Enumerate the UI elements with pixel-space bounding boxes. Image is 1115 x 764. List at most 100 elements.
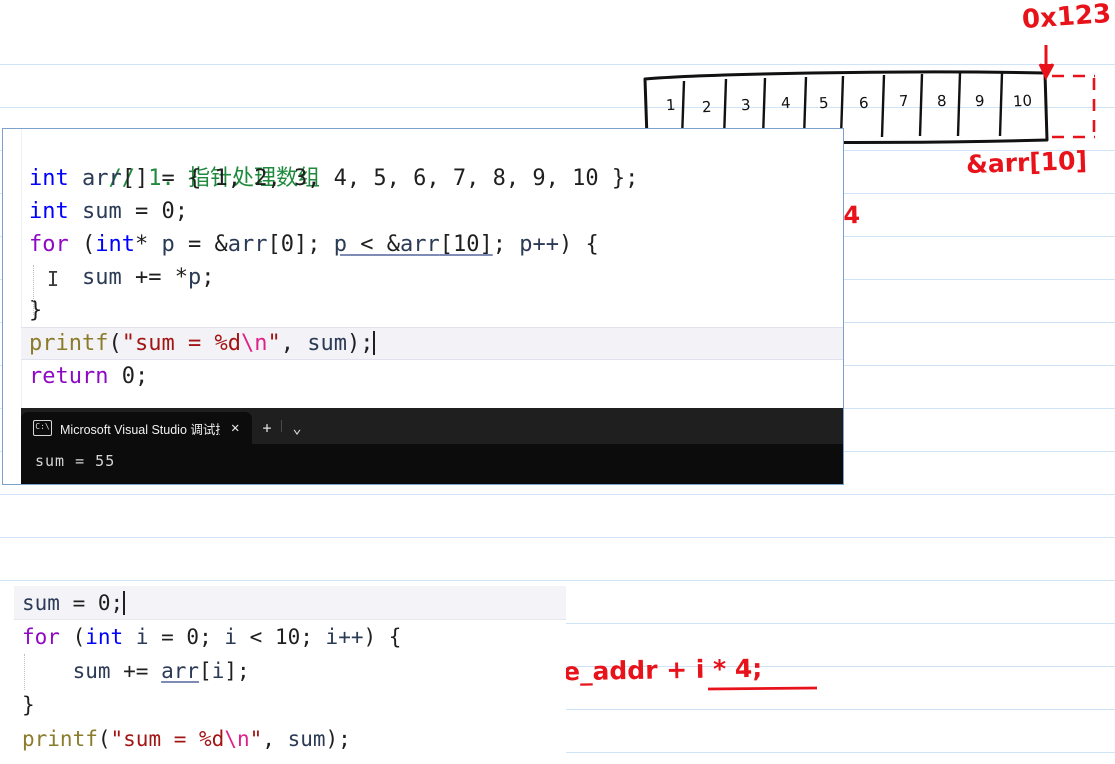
code-token-sum: sum [287, 727, 326, 751]
code-token-i: i [224, 625, 238, 649]
code-token-semi: ; [174, 199, 188, 224]
code-token-lt: < [237, 625, 275, 649]
rule-line [0, 64, 1115, 65]
indent-guide [33, 265, 35, 315]
code-token-ten: 10 [274, 625, 301, 649]
editor-gutter [3, 129, 22, 484]
code-token-paren: ( [68, 232, 96, 257]
terminal-tab-title: Microsoft Visual Studio 调试控 [60, 422, 220, 437]
code-token-open-idx: [ [199, 659, 212, 683]
code-token-close-brace: } [29, 298, 43, 323]
code-token-p: p [187, 265, 202, 290]
terminal-tab[interactable]: C:\ Microsoft Visual Studio 调试控 ✕ [21, 412, 253, 444]
code-token-sum: sum [307, 331, 347, 356]
text-caret [373, 331, 376, 355]
code-editor-index-version[interactable]: sum = 0; for (int i = 0; i < 10; i++) { … [0, 586, 566, 764]
close-icon[interactable]: ✕ [228, 419, 242, 437]
code-token-sum: sum [81, 265, 122, 290]
code-token-p: p [161, 232, 175, 257]
code-token-assign: = & [174, 232, 228, 257]
code-token-star: * [135, 232, 162, 257]
code-token-close: ); [325, 727, 351, 751]
code-token-i: i [123, 625, 149, 649]
code-token-arr: arr [227, 232, 268, 257]
chevron-down-icon[interactable]: ⌄ [282, 412, 311, 444]
code-token-string-end: " [249, 727, 263, 751]
code-token-semi: ; [492, 232, 520, 257]
code-token-return: return [29, 364, 109, 389]
code-token-printf: printf [22, 727, 98, 751]
code-token-plus-eq: += * [121, 265, 188, 290]
code-token-close-idx: ]; [224, 659, 250, 683]
code-token-iplus: i++ [325, 625, 364, 649]
code-token-zero: 0 [280, 232, 294, 257]
code-token-for: for [22, 625, 60, 649]
code-token-paren: ( [108, 331, 122, 356]
code-token-close: ); [346, 331, 374, 356]
code-line-for-head[interactable]: for (int i = 0; i < 10; i++) { [14, 620, 566, 654]
code-token-printf: printf [29, 331, 109, 356]
code-line-arr-decl[interactable]: int arr[] = { 1, 2, 3, 4, 5, 6, 7, 8, 9,… [21, 162, 843, 195]
editor-code-area[interactable]: sum = 0; for (int i = 0; i < 10; i++) { … [14, 586, 566, 764]
code-token-brackets: [] [121, 166, 149, 191]
code-token-close-brace: } [22, 693, 35, 717]
code-token-semi: ; [134, 364, 149, 389]
code-token-brace: ) { [363, 625, 402, 649]
code-token-plus-eq: += [110, 659, 162, 683]
code-token-comma: , [262, 727, 288, 751]
code-token-end: }; [598, 166, 639, 191]
code-line-sum-decl[interactable]: int sum = 0; [21, 195, 843, 228]
terminal-output: sum = 55 [21, 444, 843, 470]
code-token-arr: arr [161, 659, 200, 683]
code-token-assign: = [121, 199, 162, 224]
code-line-sum-add[interactable]: sum += *p; [21, 261, 843, 294]
code-token-index-close: ]; [293, 232, 334, 257]
code-line-close-brace[interactable]: } [21, 294, 843, 327]
code-line-close-brace[interactable]: } [14, 688, 566, 722]
code-token-sum: sum [22, 591, 60, 615]
code-token-int: int [85, 625, 124, 649]
code-token-assign: = [148, 625, 187, 649]
code-line-for-head[interactable]: for (int* p = &arr[0]; p < &arr[10]; p++… [21, 228, 843, 261]
editor-gutter [0, 586, 14, 764]
code-line-sum-reset[interactable]: sum = 0; [14, 586, 566, 620]
rule-line [0, 580, 1115, 581]
rule-line [0, 537, 1115, 538]
code-token-for: for [29, 232, 69, 257]
code-token-zero: 0 [161, 199, 175, 224]
code-token-eq: = { [148, 166, 215, 191]
code-token-sum: sum [68, 199, 122, 224]
code-line-sum-add[interactable]: sum += arr[i]; [14, 654, 566, 688]
terminal-tabstrip[interactable]: C:\ Microsoft Visual Studio 调试控 ✕ + ⌄ [21, 408, 843, 444]
code-token-indent [22, 659, 73, 683]
code-line-return[interactable]: return 0; [21, 360, 843, 393]
code-token-index10: [ [439, 232, 453, 257]
code-token-ten: 10 [452, 232, 480, 257]
code-token-sum: sum [72, 659, 111, 683]
code-token-escape: \n [224, 727, 250, 751]
console-icon: C:\ [33, 420, 52, 436]
code-token-arr: arr [68, 166, 122, 191]
code-editor-pointer-version[interactable]: // 1. 指针处理数组 int arr[] = { 1, 2, 3, 4, 5… [2, 128, 844, 485]
text-caret [123, 591, 126, 615]
code-token-semi: ; [110, 591, 124, 615]
code-token-string: "sum = %d [110, 727, 225, 751]
code-line-printf[interactable]: printf("sum = %d\n", sum); [14, 722, 566, 756]
code-line-printf[interactable]: printf("sum = %d\n", sum); [21, 327, 843, 360]
code-token-index-close: ] [479, 232, 493, 257]
new-terminal-button[interactable]: + [252, 412, 281, 444]
code-token-zero: 0 [97, 591, 111, 615]
code-token-int: int [95, 232, 135, 257]
rule-line [0, 107, 1115, 108]
code-token-zero: 0 [108, 364, 135, 389]
mouse-ibeam-cursor: I [47, 267, 60, 291]
code-token-lt: < & [346, 232, 400, 257]
rule-line [0, 494, 1115, 495]
code-token-string-end: " [267, 331, 281, 356]
code-token-int: int [29, 199, 69, 224]
terminal-panel[interactable]: C:\ Microsoft Visual Studio 调试控 ✕ + ⌄ su… [21, 408, 843, 484]
terminal-output-line: sum = 55 [35, 452, 116, 470]
code-token-assign: = [59, 591, 98, 615]
code-line-comment[interactable]: // 1. 指针处理数组 [21, 129, 843, 191]
indent-guide [24, 654, 26, 690]
